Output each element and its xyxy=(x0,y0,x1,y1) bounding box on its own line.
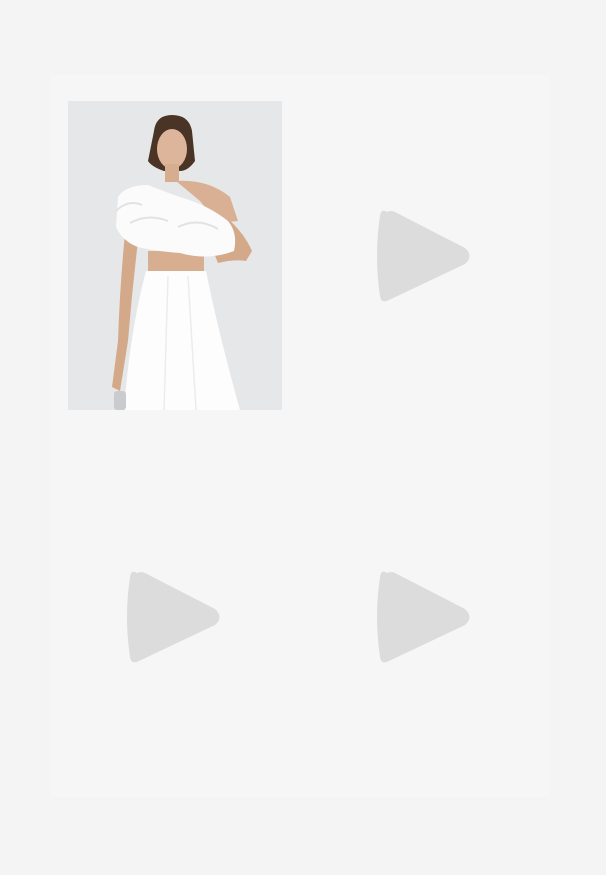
gallery-item-video[interactable] xyxy=(300,436,550,797)
product-photo[interactable] xyxy=(68,101,282,410)
model-illustration xyxy=(68,101,282,410)
media-gallery xyxy=(50,75,550,797)
play-icon[interactable] xyxy=(375,204,475,308)
gallery-item-video[interactable] xyxy=(300,75,550,436)
gallery-item-image[interactable] xyxy=(50,75,300,436)
play-icon[interactable] xyxy=(375,565,475,669)
gallery-item-video[interactable] xyxy=(50,436,300,797)
play-icon[interactable] xyxy=(125,565,225,669)
